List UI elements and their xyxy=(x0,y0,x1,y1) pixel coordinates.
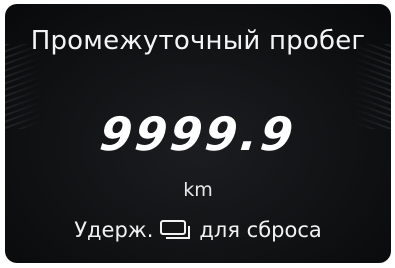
trip-meter-screen: Промежуточный пробег 9999.9 km Удерж. для… xyxy=(5,4,391,263)
screen-title: Промежуточный пробег xyxy=(30,26,366,56)
reset-hint-suffix: для сброса xyxy=(199,218,322,242)
button-icon xyxy=(159,219,193,246)
reset-hint: Удерж. для сброса xyxy=(5,218,391,246)
trip-distance-value: 9999.9 xyxy=(97,107,299,161)
reset-hint-prefix: Удерж. xyxy=(74,218,154,242)
distance-unit: km xyxy=(183,179,213,201)
